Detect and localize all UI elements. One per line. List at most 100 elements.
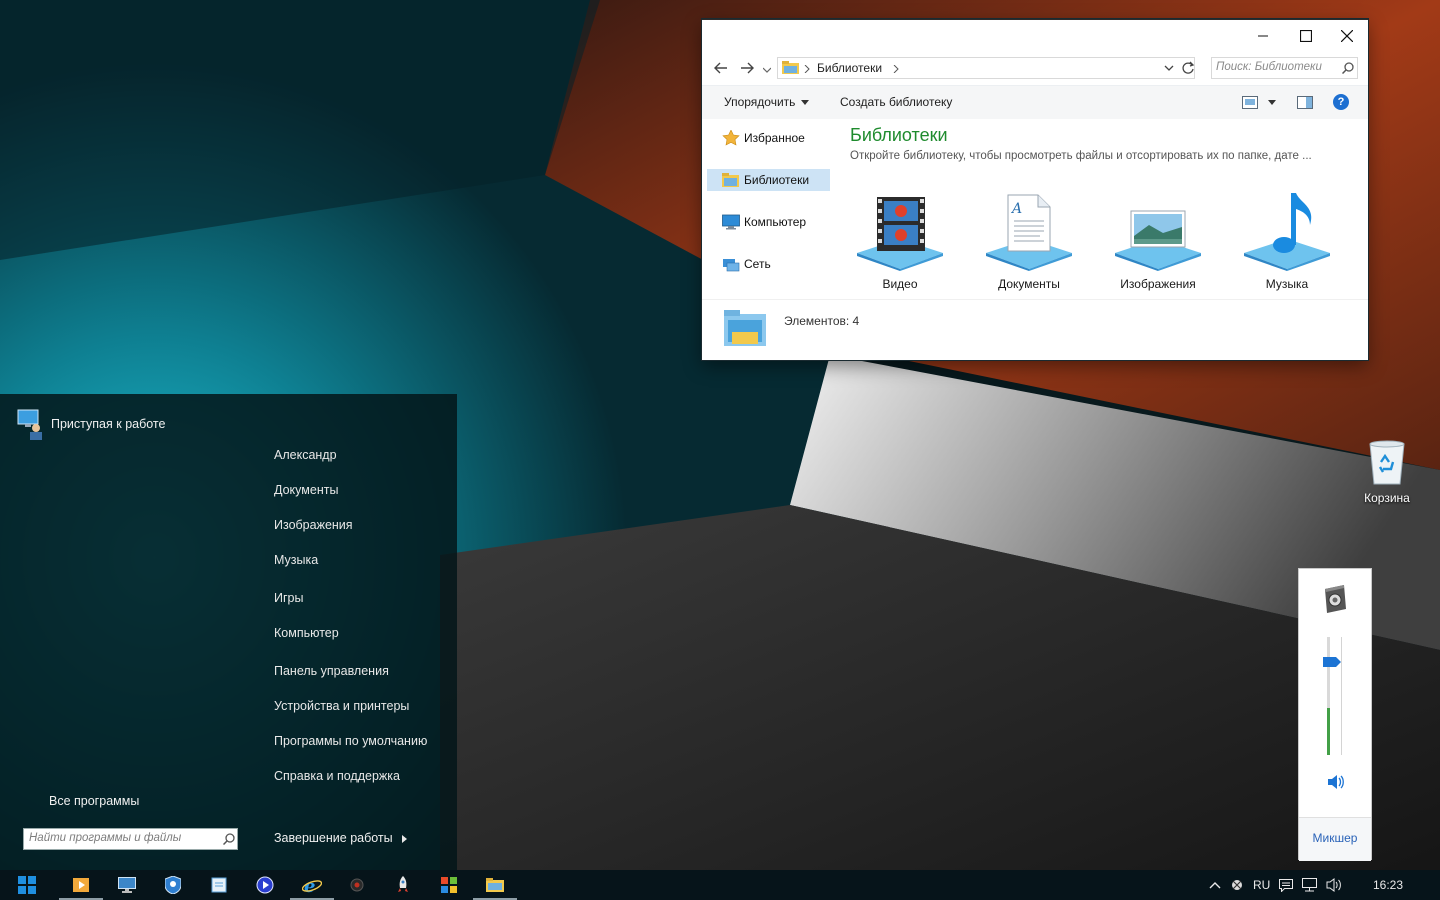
taskbar-store[interactable] (427, 870, 471, 900)
action-center-icon[interactable] (1279, 879, 1293, 892)
shutdown-options-arrow-icon[interactable] (402, 835, 407, 843)
network-icon[interactable] (1302, 878, 1318, 892)
content-pane: Библиотеки Откройте библиотеку, чтобы пр… (833, 119, 1368, 299)
store-tiles-icon (441, 877, 457, 893)
mixer-link[interactable]: Микшер (1299, 817, 1371, 861)
volume-thumb[interactable] (1323, 657, 1341, 667)
documents-library-icon: A (986, 194, 1072, 271)
getting-started-label: Приступая к работе (51, 417, 166, 431)
search-icon[interactable] (1342, 62, 1354, 74)
taskbar-file-explorer[interactable] (473, 870, 517, 900)
start-item-documents[interactable]: Документы (274, 483, 338, 497)
start-item-devices-printers[interactable]: Устройства и принтеры (274, 699, 409, 713)
taskbar-security[interactable] (151, 870, 195, 900)
forward-button[interactable] (736, 58, 758, 78)
video-library-icon (857, 197, 943, 271)
shutdown-button[interactable]: Завершение работы (274, 831, 393, 845)
mixer-label: Микшер (1312, 831, 1358, 845)
recycle-bin-label: Корзина (1364, 491, 1410, 505)
start-item-help-support[interactable]: Справка и поддержка (274, 769, 400, 783)
recycle-bin-icon (1369, 440, 1405, 485)
search-icon[interactable] (223, 833, 235, 845)
back-button[interactable] (710, 58, 732, 78)
window-titlebar[interactable] (702, 19, 1368, 51)
nav-item-label: Компьютер (744, 215, 807, 229)
start-item-computer[interactable]: Компьютер (274, 626, 339, 640)
notepad-icon (211, 877, 227, 893)
start-item-user[interactable]: Александр (274, 448, 337, 462)
taskbar-monitor[interactable] (105, 870, 149, 900)
arrow-right-icon (741, 62, 754, 74)
search-box[interactable] (1211, 57, 1358, 79)
speaker-device-icon[interactable] (1322, 585, 1348, 613)
taskbar-rocket[interactable] (381, 870, 425, 900)
language-indicator[interactable]: RU (1253, 878, 1270, 892)
recycle-bin[interactable]: Корзина (1358, 440, 1416, 510)
taskbar-notepad[interactable] (197, 870, 241, 900)
library-music[interactable]: Музыка (1232, 179, 1342, 299)
taskbar: e RU 16:23 (0, 870, 1440, 900)
view-options-icon[interactable] (1242, 96, 1258, 109)
nav-item-libraries[interactable]: Библиотеки (707, 169, 830, 191)
volume-slider[interactable] (1323, 637, 1345, 755)
taskbar-media-player[interactable] (59, 870, 103, 900)
libraries-folder-icon (724, 310, 766, 346)
nav-item-favorites[interactable]: Избранное (707, 127, 830, 149)
explorer-window[interactable]: Библиотеки Упорядочить Создать библиотек… (702, 19, 1368, 360)
volume-tray-icon[interactable] (1326, 878, 1344, 892)
taskbar-internet-explorer[interactable]: e (290, 870, 334, 900)
nav-item-computer[interactable]: Компьютер (707, 211, 830, 233)
new-library-button[interactable]: Создать библиотеку (840, 95, 952, 109)
start-item-control-panel[interactable]: Панель управления (274, 664, 389, 678)
file-explorer-icon (486, 878, 504, 892)
star-icon (722, 130, 740, 146)
address-dropdown-icon[interactable] (1164, 65, 1174, 72)
show-hidden-icons-chevron-icon[interactable] (1209, 881, 1221, 889)
start-button[interactable] (5, 870, 49, 900)
organize-dropdown-icon[interactable] (801, 100, 809, 105)
record-icon (350, 878, 364, 892)
taskbar-media-play[interactable] (243, 870, 287, 900)
breadcrumb-chevron-icon (893, 65, 899, 73)
help-button[interactable]: ? (1333, 94, 1349, 110)
maximize-button[interactable] (1285, 20, 1327, 52)
rocket-icon (398, 876, 408, 892)
library-label: Музыка (1265, 277, 1309, 291)
getting-started-item[interactable]: Приступая к работе (17, 408, 165, 440)
start-search-input[interactable] (29, 832, 215, 844)
library-documents[interactable]: A Документы (974, 179, 1084, 299)
start-item-pictures[interactable]: Изображения (274, 518, 353, 532)
internet-explorer-icon: e (302, 876, 322, 894)
address-bar[interactable]: Библиотеки (777, 57, 1195, 79)
close-icon (1341, 30, 1353, 42)
start-item-music[interactable]: Музыка (274, 553, 318, 567)
tray-app-icon[interactable] (1230, 878, 1244, 892)
library-video[interactable]: Видео (845, 179, 955, 299)
organize-button[interactable]: Упорядочить (724, 95, 795, 109)
windows-logo-icon (18, 876, 36, 894)
taskbar-recorder[interactable] (335, 870, 379, 900)
minimize-button[interactable] (1242, 20, 1284, 52)
clock[interactable]: 16:23 (1373, 878, 1403, 892)
library-label: Изображения (1120, 277, 1196, 291)
address-row: Библиотеки (702, 51, 1368, 85)
nav-item-network[interactable]: Сеть (707, 253, 830, 275)
library-pictures[interactable]: Изображения (1103, 179, 1213, 299)
close-button[interactable] (1326, 20, 1368, 52)
speaker-volume-icon[interactable] (1327, 774, 1345, 790)
volume-flyout: Микшер (1298, 568, 1372, 861)
help-icon: ? (1337, 96, 1345, 108)
nav-item-label: Избранное (744, 131, 805, 145)
start-search-box[interactable] (23, 828, 238, 850)
view-dropdown-icon[interactable] (1268, 100, 1276, 105)
start-item-games[interactable]: Игры (274, 591, 303, 605)
search-input[interactable] (1216, 61, 1334, 73)
refresh-icon[interactable] (1181, 61, 1195, 75)
all-programs-button[interactable]: Все программы (49, 794, 139, 808)
preview-pane-icon[interactable] (1297, 96, 1313, 109)
start-menu: Приступая к работе Александр Документы И… (0, 394, 457, 870)
start-item-default-programs[interactable]: Программы по умолчанию (274, 734, 427, 748)
recent-locations-button[interactable] (760, 58, 774, 78)
security-shield-icon (165, 876, 181, 894)
breadcrumb-libraries[interactable]: Библиотеки (817, 61, 882, 75)
